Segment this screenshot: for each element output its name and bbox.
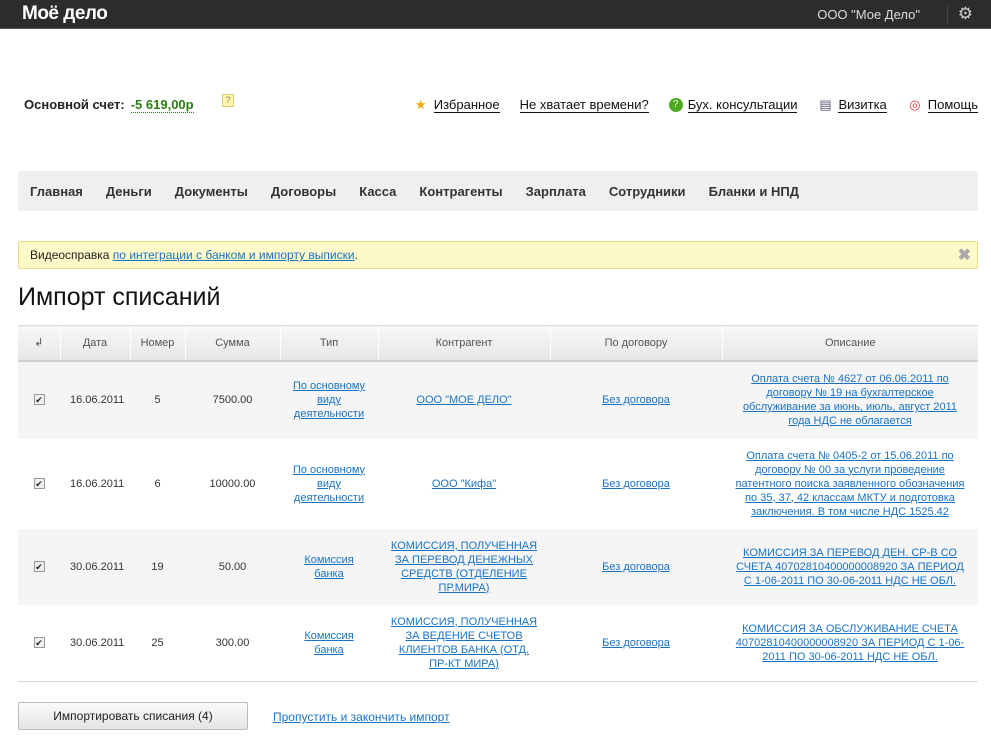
account-label: Основной счет: (24, 97, 125, 112)
date: 16.06.2011 (70, 477, 125, 490)
col-number[interactable]: Номер (129, 325, 185, 362)
help-link[interactable]: ◎ Помощь (907, 97, 978, 113)
contract-link[interactable]: Без договора (602, 394, 670, 406)
contract-link[interactable]: Без договора (602, 561, 670, 573)
counterparty-link[interactable]: КОМИССИЯ, ПОЛУЧЕННАЯ ЗА ПЕРЕВОД ДЕНЕЖНЫХ… (391, 540, 537, 594)
table-row: ✔ 30.06.2011 19 50.00 Комиссия банка КОМ… (18, 528, 978, 605)
banner-end: . (354, 248, 358, 262)
counterparty-link[interactable]: ООО "МОЕ ДЕЛО" (416, 394, 511, 406)
logo[interactable]: Моё дело (22, 3, 108, 25)
counterparty-link[interactable]: ООО "Кифа" (432, 478, 496, 490)
help-link-label[interactable]: Помощь (927, 97, 978, 113)
import-button[interactable]: Импортировать списания (4) (18, 702, 248, 730)
nav-salary[interactable]: Зарплата (526, 184, 586, 199)
row-checkbox[interactable]: ✔ (33, 477, 45, 489)
table-row: ✔ 30.06.2011 25 300.00 Комиссия банка КО… (18, 604, 978, 682)
nav-counterparties[interactable]: Контрагенты (419, 184, 502, 199)
select-all-icon[interactable]: ↲ (18, 325, 60, 362)
date: 16.06.2011 (60, 360, 130, 439)
nav-forms[interactable]: Бланки и НПД (709, 184, 799, 199)
card-icon: ▤ (819, 97, 832, 112)
sum: 50.00 (185, 528, 280, 605)
contract-link[interactable]: Без договора (602, 478, 670, 490)
col-type[interactable]: Тип (279, 325, 378, 362)
main-nav: Главная Деньги Документы Договоры Касса … (18, 171, 978, 211)
col-counterparty[interactable]: Контрагент (377, 325, 550, 362)
table-header: ↲ Дата Номер Сумма Тип Контрагент По дог… (18, 325, 978, 362)
counterparty-link[interactable]: КОМИССИЯ, ПОЛУЧЕННАЯ ЗА ВЕДЕНИЕ СЧЕТОВ К… (391, 616, 537, 670)
row-checkbox[interactable]: ✔ (33, 394, 45, 405)
banner-text: Видеосправка (30, 248, 113, 262)
col-description[interactable]: Описание (721, 325, 978, 362)
type-link[interactable]: Комиссия банка (304, 554, 353, 580)
card-link-label[interactable]: Визитка (838, 97, 887, 113)
number: 5 (130, 360, 185, 439)
nav-cash[interactable]: Касса (359, 184, 396, 199)
table-row: ✔ 16.06.2011 6 10000.00 По основному вид… (18, 439, 978, 529)
nav-employees[interactable]: Сотрудники (609, 184, 686, 199)
help-icon[interactable]: ? (222, 94, 234, 107)
lifebuoy-icon: ◎ (909, 97, 921, 112)
no-time-link[interactable]: Не хватает времени? (519, 97, 649, 113)
sum: 300.00 (185, 604, 280, 682)
type-link[interactable]: По основному виду деятельности (293, 380, 365, 420)
nav-money[interactable]: Деньги (106, 184, 152, 199)
favorites-link-label[interactable]: Избранное (433, 97, 500, 113)
gear-icon[interactable]: ⚙ (958, 4, 973, 24)
close-icon[interactable]: ✖ (958, 245, 971, 265)
card-link[interactable]: ▤ Визитка (817, 97, 887, 113)
nav-documents[interactable]: Документы (175, 184, 248, 199)
date: 30.06.2011 (60, 604, 130, 682)
consultations-link-label[interactable]: Бух. консультации (687, 97, 798, 113)
page-title: Импорт списаний (18, 283, 221, 311)
description-link[interactable]: КОМИССИЯ ЗА ПЕРЕВОД ДЕН. СР-В СО СЧЕТА 4… (736, 547, 964, 587)
row-checkbox[interactable]: ✔ (33, 560, 45, 572)
organization-name[interactable]: ООО "Мое Дело" (817, 7, 920, 22)
favorites-link[interactable]: ★ Избранное (413, 97, 500, 113)
sum: 10000.00 (209, 477, 256, 490)
video-help-banner: Видеосправка по интеграции с банком и им… (18, 241, 978, 269)
table-row: ✔ 16.06.2011 5 7500.00 По основному виду… (18, 360, 978, 439)
type-link[interactable]: По основному виду деятельности (293, 464, 365, 504)
nav-contracts[interactable]: Договоры (271, 184, 336, 199)
number: 25 (130, 604, 185, 682)
banner-link[interactable]: по интеграции с банком и импорту выписки (113, 248, 355, 262)
import-table: ↲ Дата Номер Сумма Тип Контрагент По дог… (18, 325, 978, 682)
description-link[interactable]: Оплата счета № 4627 от 06.06.2011 по дог… (743, 373, 957, 427)
sum: 7500.00 (185, 360, 280, 439)
contract-link[interactable]: Без договора (602, 637, 670, 649)
top-bar: Моё дело ООО "Мое Дело" ⚙ (0, 0, 991, 29)
no-time-link-label[interactable]: Не хватает времени? (519, 97, 649, 113)
divider (947, 5, 948, 24)
chat-question-icon: ? (668, 98, 683, 112)
number: 19 (130, 528, 185, 605)
nav-home[interactable]: Главная (30, 184, 83, 199)
description-link[interactable]: КОМИССИЯ ЗА ОБСЛУЖИВАНИЕ СЧЕТА 407028104… (736, 623, 964, 663)
star-icon: ★ (414, 97, 427, 112)
col-contract[interactable]: По договору (549, 325, 722, 362)
description-link[interactable]: Оплата счета № 0405-2 от 15.06.2011 по д… (736, 450, 965, 518)
number: 6 (154, 477, 161, 490)
balance-value[interactable]: -5 619,00р (130, 97, 194, 113)
col-sum[interactable]: Сумма (184, 325, 280, 362)
date: 30.06.2011 (60, 528, 130, 605)
row-checkbox[interactable]: ✔ (33, 636, 45, 648)
skip-link[interactable]: Пропустить и закончить импорт (273, 710, 450, 724)
header-links: ★ Избранное Не хватает времени? ? Бух. кон… (393, 97, 978, 113)
col-date[interactable]: Дата (59, 325, 130, 362)
account-balance: Основной счет: -5 619,00р (24, 97, 194, 113)
consultations-link[interactable]: ? Бух. консультации (668, 97, 798, 113)
type-link[interactable]: Комиссия банка (304, 630, 353, 656)
